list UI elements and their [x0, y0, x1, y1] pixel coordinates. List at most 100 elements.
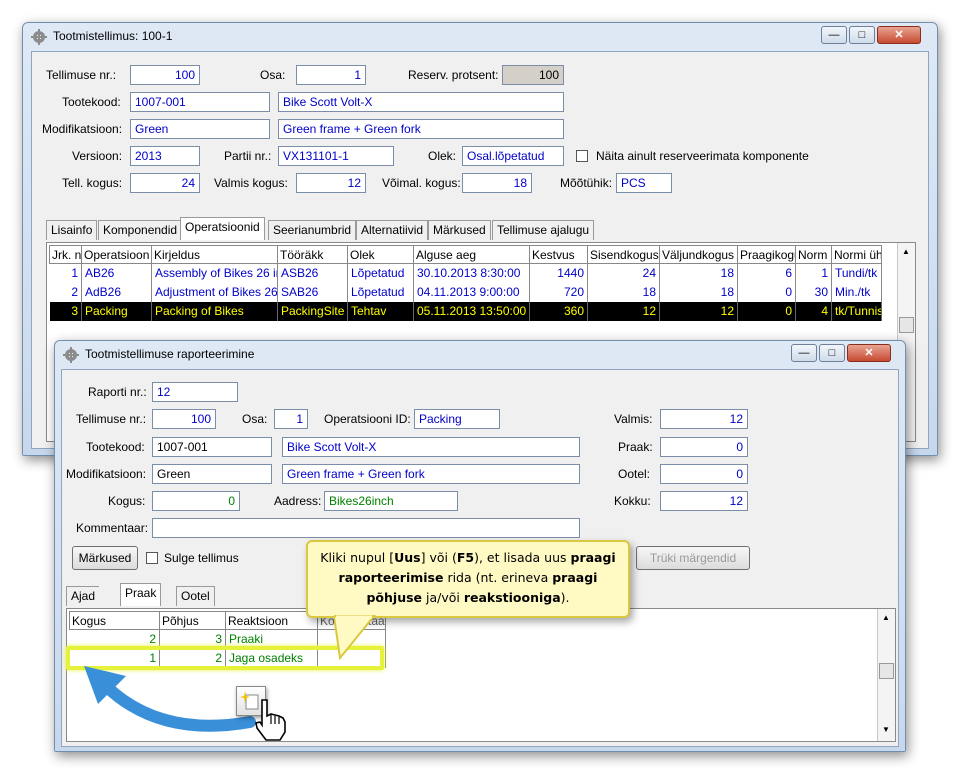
scroll-up-arrow-icon[interactable]: ▲ — [902, 247, 910, 256]
op-field[interactable]: Packing — [414, 409, 500, 429]
scroll-up-arrow-icon[interactable]: ▲ — [882, 613, 890, 622]
status-label: Olek: — [428, 149, 457, 163]
report-mod-label: Modifikatsioon: — [66, 467, 147, 481]
tab-praak[interactable]: Praak — [120, 583, 162, 606]
cell: 30.10.2013 8:30:00 — [413, 263, 530, 283]
cell: 05.11.2013 13:50:00 — [413, 301, 530, 321]
mod-name-field[interactable]: Green frame + Green fork — [278, 119, 564, 139]
col-valjundkogus[interactable]: Väljundkogus — [659, 245, 738, 264]
tab-lisainfo[interactable]: Lisainfo — [46, 220, 98, 240]
tab-operatsioonid[interactable]: Operatsioonid — [180, 217, 265, 240]
print-labels-button[interactable]: Trüki märgendid — [636, 546, 750, 570]
tab-tellimuse-ajalugu[interactable]: Tellimuse ajalugu — [492, 220, 595, 240]
report-no-field[interactable]: 12 — [152, 382, 238, 402]
col-pohjus[interactable]: Põhjus — [159, 611, 226, 630]
tab-komponendid[interactable]: Komponendid — [98, 220, 183, 240]
cell: Tehtav — [347, 301, 414, 321]
table-row[interactable]: 2 AdB26 Adjustment of Bikes 26 inch SAB2… — [49, 282, 882, 302]
scroll-thumb[interactable] — [899, 317, 914, 333]
cell: AdB26 — [81, 282, 152, 302]
version-label: Versioon: — [72, 149, 123, 163]
report-mod-name-field[interactable]: Green frame + Green fork — [282, 464, 580, 484]
col-olek[interactable]: Olek — [347, 245, 414, 264]
code-name-field[interactable]: Bike Scott Volt-X — [278, 92, 564, 112]
code-field[interactable]: 1007-001 — [130, 92, 270, 112]
col-kestvus[interactable]: Kestvus — [529, 245, 588, 264]
col-kirjeldus[interactable]: Kirjeldus — [151, 245, 278, 264]
maximize-button[interactable]: □ — [849, 26, 875, 44]
comment-field[interactable] — [152, 518, 580, 538]
report-part-field[interactable]: 1 — [274, 409, 308, 429]
report-title-bar[interactable]: Tootmistellimuse raporteerimine — □ ✕ — [55, 341, 905, 369]
cell: SAB26 — [277, 282, 348, 302]
report-code-field[interactable]: 1007-001 — [152, 437, 272, 457]
col-operatsioon[interactable]: Operatsioon — [81, 245, 152, 264]
cell: 24 — [587, 263, 660, 283]
report-done-field[interactable]: 12 — [660, 409, 748, 429]
scroll-thumb[interactable] — [879, 663, 894, 679]
tab-ootel[interactable]: Ootel — [176, 586, 215, 606]
mod-field[interactable]: Green — [130, 119, 270, 139]
total-field[interactable]: 12 — [660, 491, 748, 511]
tab-ajad[interactable]: Ajad — [66, 586, 100, 606]
unit-field[interactable]: PCS — [616, 173, 672, 193]
callout-text: ). — [560, 590, 570, 605]
batch-field[interactable]: VX131101-1 — [278, 146, 394, 166]
col-tooraak[interactable]: Tööräkk — [277, 245, 348, 264]
done-field[interactable]: 12 — [296, 173, 366, 193]
status-field[interactable]: Osal.lõpetatud — [462, 146, 564, 166]
col-normi-uhik[interactable]: Normi ühik — [831, 245, 882, 264]
part-field[interactable]: 1 — [296, 65, 366, 85]
scrap-scrollbar[interactable]: ▲ ▼ — [877, 609, 895, 741]
cell: 2 — [49, 282, 82, 302]
cell: tk/Tunnis — [831, 301, 882, 321]
minimize-button[interactable]: — — [791, 344, 817, 362]
minimize-button[interactable]: — — [821, 26, 847, 44]
order-no-field[interactable]: 100 — [130, 65, 200, 85]
report-mod-field[interactable]: Green — [152, 464, 272, 484]
order-no-label: Tellimuse nr.: — [46, 68, 117, 82]
report-qty-label: Kogus: — [108, 494, 146, 508]
batch-label: Partii nr.: — [224, 149, 272, 163]
callout-text: rida (nt. erineva — [443, 570, 553, 585]
scrap-field[interactable]: 0 — [660, 437, 748, 457]
possible-field[interactable]: 18 — [462, 173, 532, 193]
show-unreserved-checkbox[interactable] — [576, 150, 588, 162]
cell: 1 — [49, 263, 82, 283]
version-field[interactable]: 2013 — [130, 146, 200, 166]
cell: AB26 — [81, 263, 152, 283]
cell: Tundi/tk — [831, 263, 882, 283]
address-field[interactable]: Bikes26inch — [324, 491, 458, 511]
maximize-button[interactable]: □ — [819, 344, 845, 362]
table-row-selected[interactable]: 3 Packing Packing of Bikes PackingSite T… — [49, 301, 882, 321]
tab-markused[interactable]: Märkused — [428, 220, 491, 240]
cell: 1440 — [529, 263, 588, 283]
report-order-no-field[interactable]: 100 — [152, 409, 216, 429]
col-jrk[interactable]: Jrk. nr — [49, 245, 82, 264]
notes-button[interactable]: Märkused — [72, 546, 138, 570]
close-button[interactable]: ✕ — [877, 26, 921, 44]
report-qty-field[interactable]: 0 — [152, 491, 240, 511]
scroll-down-arrow-icon[interactable]: ▼ — [882, 725, 890, 734]
tab-alternatiivid[interactable]: Alternatiivid — [356, 220, 429, 240]
col-alguse-aeg[interactable]: Alguse aeg — [413, 245, 530, 264]
cell: 30 — [795, 282, 832, 302]
col-sisendkogus[interactable]: Sisendkogus — [587, 245, 660, 264]
tab-seerianumbrid[interactable]: Seerianumbrid — [268, 220, 357, 240]
cell: 18 — [659, 263, 738, 283]
wait-field[interactable]: 0 — [660, 464, 748, 484]
code-label: Tootekood: — [62, 95, 121, 109]
close-button[interactable]: ✕ — [847, 344, 891, 362]
col-kogus[interactable]: Kogus — [69, 611, 160, 630]
col-norm[interactable]: Norm — [795, 245, 832, 264]
order-window-title: Tootmistellimus: 100-1 — [53, 29, 173, 43]
cell: 4 — [795, 301, 832, 321]
order-title-bar[interactable]: Tootmistellimus: 100-1 — □ ✕ — [23, 23, 937, 51]
table-row[interactable]: 1 AB26 Assembly of Bikes 26 inch ASB26 L… — [49, 263, 882, 283]
gear-icon — [31, 29, 47, 45]
col-reaktsioon[interactable]: Reaktsioon — [225, 611, 318, 630]
col-praagikogus[interactable]: Praagikogus — [737, 245, 796, 264]
close-order-checkbox[interactable] — [146, 552, 158, 564]
qty-field[interactable]: 24 — [130, 173, 200, 193]
report-code-name-field[interactable]: Bike Scott Volt-X — [282, 437, 580, 457]
